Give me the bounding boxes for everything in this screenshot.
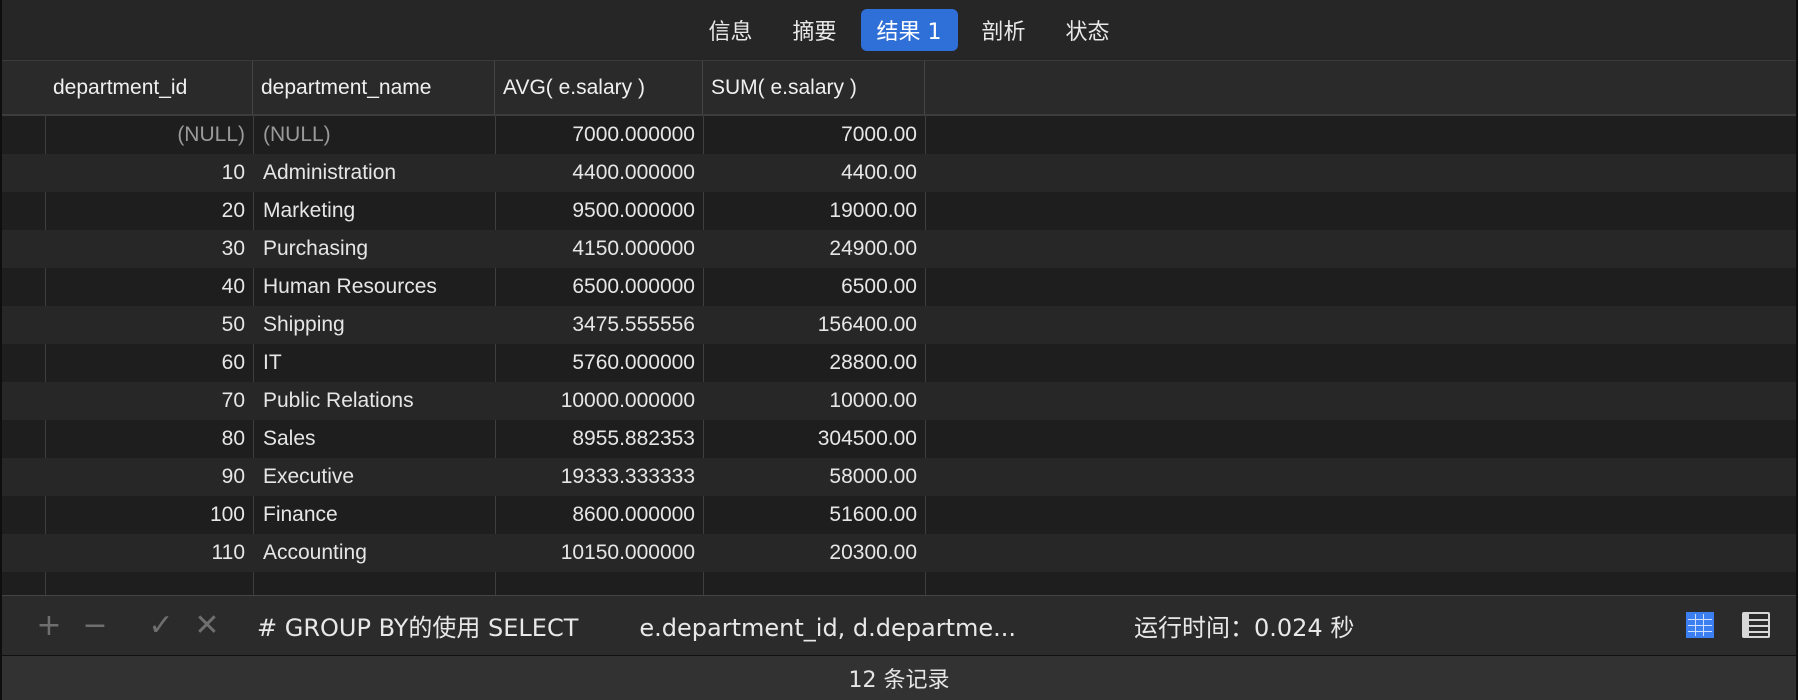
cell-department-id[interactable]: 10 xyxy=(45,154,253,192)
tab-3[interactable]: 剖析 xyxy=(966,9,1042,51)
plus-icon[interactable]: + xyxy=(32,606,66,644)
cell-department-name[interactable]: Accounting xyxy=(253,534,495,572)
cell-avg-salary[interactable]: 8955.882353 xyxy=(495,420,703,458)
grid-view-icon[interactable] xyxy=(1686,612,1714,638)
cell-department-id[interactable]: 60 xyxy=(45,344,253,382)
column-header-department-name[interactable]: department_name xyxy=(253,61,495,114)
cell-department-name[interactable]: IT xyxy=(253,344,495,382)
grid-header: department_id department_name AVG( e.sal… xyxy=(2,61,1796,116)
table-row[interactable]: (NULL) (NULL) 7000.000000 7000.00 xyxy=(2,116,1796,154)
table-row[interactable]: 10 Administration 4400.000000 4400.00 xyxy=(2,154,1796,192)
cell-sum-salary[interactable]: 7000.00 xyxy=(703,116,925,154)
result-toolbar: + − ✓ ✕ # GROUP BY的使用 SELECT e.departmen… xyxy=(2,595,1796,657)
cell-avg-salary[interactable]: 10150.000000 xyxy=(495,534,703,572)
cell-department-name[interactable]: Sales xyxy=(253,420,495,458)
cell-avg-salary[interactable]: 7000.000000 xyxy=(495,116,703,154)
table-row[interactable]: 30 Purchasing 4150.000000 24900.00 xyxy=(2,230,1796,268)
cell-department-id[interactable]: (NULL) xyxy=(45,116,253,154)
tab-0[interactable]: 信息 xyxy=(692,9,768,51)
cell-sum-salary[interactable]: 24900.00 xyxy=(703,230,925,268)
cell-avg-salary[interactable]: 8600.000000 xyxy=(495,496,703,534)
record-count: 12 条记录 xyxy=(848,668,950,693)
cell-department-name[interactable]: Marketing xyxy=(253,192,495,230)
query-result-window: 信息 摘要 结果 1 剖析 状态 department_id department_na… xyxy=(0,0,1798,700)
tab-1[interactable]: 摘要 xyxy=(776,9,852,51)
tab-4[interactable]: 状态 xyxy=(1050,9,1126,51)
tab-bar: 信息 摘要 结果 1 剖析 状态 xyxy=(2,0,1796,61)
cell-department-id[interactable]: 40 xyxy=(45,268,253,306)
cell-avg-salary[interactable]: 10000.000000 xyxy=(495,382,703,420)
runtime-label: 运行时间：0.024 秒 xyxy=(1134,613,1355,642)
cell-avg-salary[interactable]: 5760.000000 xyxy=(495,344,703,382)
form-view-icon[interactable] xyxy=(1742,612,1770,638)
column-header-sum-salary[interactable]: SUM( e.salary ) xyxy=(703,61,925,114)
query-preview: # GROUP BY的使用 SELECT e.department_id, d.… xyxy=(257,613,1017,642)
cell-avg-salary[interactable]: 3475.555556 xyxy=(495,306,703,344)
cell-sum-salary[interactable]: 20300.00 xyxy=(703,534,925,572)
column-header-avg-salary[interactable]: AVG( e.salary ) xyxy=(495,61,703,114)
tab-2[interactable]: 结果 1 xyxy=(860,9,958,51)
cell-department-name[interactable]: Administration xyxy=(253,154,495,192)
tab-list: 信息 摘要 结果 1 剖析 状态 xyxy=(692,9,1125,51)
table-row[interactable]: 20 Marketing 9500.000000 19000.00 xyxy=(2,192,1796,230)
cell-sum-salary[interactable]: 4400.00 xyxy=(703,154,925,192)
cell-department-name[interactable]: Human Resources xyxy=(253,268,495,306)
cell-department-name[interactable]: Finance xyxy=(253,496,495,534)
table-row[interactable]: 50 Shipping 3475.555556 156400.00 xyxy=(2,306,1796,344)
column-header-department-id[interactable]: department_id xyxy=(45,61,253,114)
minus-icon[interactable]: − xyxy=(78,606,112,644)
table-row[interactable]: 80 Sales 8955.882353 304500.00 xyxy=(2,420,1796,458)
cell-sum-salary[interactable]: 58000.00 xyxy=(703,458,925,496)
grid-rows: (NULL) (NULL) 7000.000000 7000.00 10 Administ… xyxy=(2,116,1796,572)
cell-avg-salary[interactable]: 6500.000000 xyxy=(495,268,703,306)
cell-department-id[interactable]: 110 xyxy=(45,534,253,572)
cell-department-name[interactable]: Executive xyxy=(253,458,495,496)
cell-department-name[interactable]: Shipping xyxy=(253,306,495,344)
cell-department-id[interactable]: 30 xyxy=(45,230,253,268)
cell-sum-salary[interactable]: 6500.00 xyxy=(703,268,925,306)
cell-sum-salary[interactable]: 51600.00 xyxy=(703,496,925,534)
table-row[interactable]: 100 Finance 8600.000000 51600.00 xyxy=(2,496,1796,534)
cell-avg-salary[interactable]: 19333.333333 xyxy=(495,458,703,496)
cell-department-id[interactable]: 50 xyxy=(45,306,253,344)
result-grid[interactable]: department_id department_name AVG( e.sal… xyxy=(2,61,1796,595)
cell-department-name[interactable]: Purchasing xyxy=(253,230,495,268)
table-row[interactable]: 110 Accounting 10150.000000 20300.00 xyxy=(2,534,1796,572)
cell-department-id[interactable]: 90 xyxy=(45,458,253,496)
cell-sum-salary[interactable]: 304500.00 xyxy=(703,420,925,458)
cross-icon[interactable]: ✕ xyxy=(190,606,224,644)
cell-avg-salary[interactable]: 9500.000000 xyxy=(495,192,703,230)
cell-department-id[interactable]: 70 xyxy=(45,382,253,420)
status-bar: 12 条记录 xyxy=(2,656,1796,700)
cell-sum-salary[interactable]: 19000.00 xyxy=(703,192,925,230)
table-row[interactable]: 40 Human Resources 6500.000000 6500.00 xyxy=(2,268,1796,306)
cell-department-id[interactable]: 80 xyxy=(45,420,253,458)
cell-department-name[interactable]: (NULL) xyxy=(253,116,495,154)
table-row[interactable]: 60 IT 5760.000000 28800.00 xyxy=(2,344,1796,382)
cell-sum-salary[interactable]: 28800.00 xyxy=(703,344,925,382)
cell-sum-salary[interactable]: 10000.00 xyxy=(703,382,925,420)
check-icon[interactable]: ✓ xyxy=(144,606,178,644)
cell-avg-salary[interactable]: 4150.000000 xyxy=(495,230,703,268)
cell-avg-salary[interactable]: 4400.000000 xyxy=(495,154,703,192)
cell-department-id[interactable]: 100 xyxy=(45,496,253,534)
table-row[interactable]: 90 Executive 19333.333333 58000.00 xyxy=(2,458,1796,496)
cell-department-name[interactable]: Public Relations xyxy=(253,382,495,420)
cell-department-id[interactable]: 20 xyxy=(45,192,253,230)
cell-sum-salary[interactable]: 156400.00 xyxy=(703,306,925,344)
table-row[interactable]: 70 Public Relations 10000.000000 10000.00 xyxy=(2,382,1796,420)
